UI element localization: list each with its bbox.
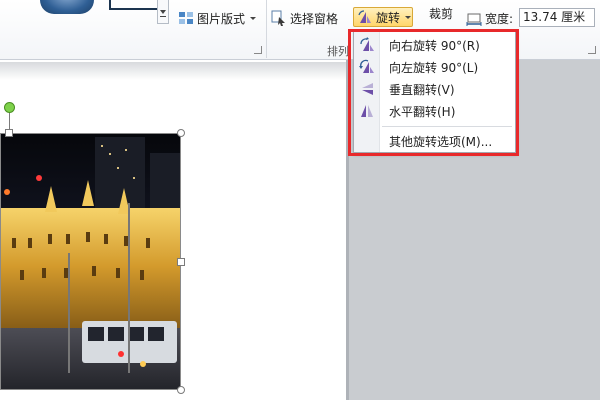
selection-pane-icon bbox=[271, 10, 287, 26]
rotation-handle[interactable] bbox=[4, 102, 15, 113]
photo-light bbox=[4, 189, 10, 195]
resize-handle-right[interactable] bbox=[177, 258, 185, 266]
gallery-more-bar bbox=[160, 16, 166, 17]
dropdown-arrow-icon bbox=[250, 16, 257, 20]
picture-layout-button[interactable]: 图片版式 bbox=[178, 8, 257, 28]
selection-pane-label: 选择窗格 bbox=[290, 11, 339, 26]
width-label: 宽度: bbox=[485, 11, 514, 26]
dialog-launcher-icon[interactable] bbox=[254, 46, 262, 54]
menu-item-flip-horizontal[interactable]: 水平翻转(H) bbox=[356, 100, 513, 121]
picture-layout-icon bbox=[178, 10, 194, 26]
rotate-left-icon bbox=[359, 59, 375, 75]
dropdown-arrow-icon bbox=[405, 15, 412, 19]
menu-item-more-rotation-options[interactable]: 其他旋转选项(M)... bbox=[356, 130, 513, 151]
photo-light bbox=[118, 351, 124, 357]
dialog-launcher-icon[interactable] bbox=[588, 46, 596, 54]
width-icon bbox=[466, 10, 482, 26]
photo-light bbox=[140, 361, 146, 367]
menu-item-rotate-left[interactable]: 向左旋转 90°(L) bbox=[356, 56, 513, 77]
menu-item-rotate-right[interactable]: 向右旋转 90°(R) bbox=[356, 34, 513, 55]
resize-handle-top[interactable] bbox=[5, 129, 13, 137]
page-top-shadow bbox=[0, 62, 349, 80]
picture-style-thumbnail[interactable] bbox=[109, 0, 161, 10]
menu-item-label: 垂直翻转(V) bbox=[389, 83, 455, 97]
resize-handle-bottom-right[interactable] bbox=[177, 386, 185, 394]
menu-item-label: 向右旋转 90°(R) bbox=[389, 39, 480, 53]
width-control: 宽度: bbox=[466, 8, 513, 28]
page-edge bbox=[346, 60, 349, 400]
arrange-group-label: 排列 bbox=[327, 45, 349, 58]
menu-item-flip-vertical[interactable]: 垂直翻转(V) bbox=[356, 78, 513, 99]
menu-separator bbox=[382, 126, 512, 127]
flip-vertical-icon bbox=[359, 81, 375, 97]
crop-button[interactable]: 裁剪 bbox=[429, 3, 453, 23]
picture-style-thumbnail[interactable] bbox=[40, 0, 94, 14]
rotate-menu: 向右旋转 90°(R) 向左旋转 90°(L) 垂直翻转(V) 水平翻转(H) … bbox=[353, 30, 516, 153]
group-separator bbox=[266, 0, 267, 58]
photo-pole bbox=[128, 203, 130, 373]
crop-label: 裁剪 bbox=[429, 6, 454, 21]
photo-pole bbox=[68, 253, 70, 373]
selected-picture[interactable] bbox=[0, 133, 181, 390]
rotate-icon bbox=[357, 9, 373, 25]
rotate-right-icon bbox=[359, 36, 375, 53]
chevron-down-icon bbox=[160, 10, 166, 14]
menu-item-label: 水平翻转(H) bbox=[389, 105, 456, 119]
menu-item-label: 向左旋转 90°(L) bbox=[389, 61, 479, 75]
gallery-more-button[interactable] bbox=[157, 0, 169, 24]
rotate-button[interactable]: 旋转 bbox=[353, 7, 413, 27]
selection-pane-button[interactable]: 选择窗格 bbox=[271, 8, 338, 28]
photo-building bbox=[0, 180, 181, 338]
resize-handle-top-right[interactable] bbox=[177, 129, 185, 137]
rotate-label: 旋转 bbox=[376, 10, 401, 25]
photo-light bbox=[36, 175, 42, 181]
width-field[interactable]: 13.74 厘米 bbox=[519, 8, 595, 27]
flip-horizontal-icon bbox=[359, 103, 375, 119]
menu-item-label: 其他旋转选项(M)... bbox=[389, 135, 493, 149]
picture-layout-label: 图片版式 bbox=[197, 11, 246, 26]
